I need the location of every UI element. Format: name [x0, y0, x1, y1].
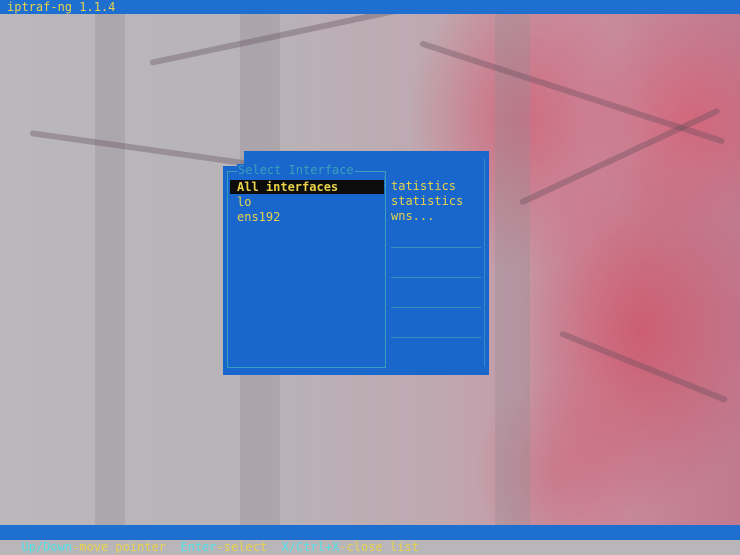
menu-label-breakdowns[interactable]: wns... — [391, 209, 434, 223]
menu-separator — [391, 277, 481, 278]
interface-item-lo[interactable]: lo — [237, 195, 251, 209]
dialog-title: Select Interface — [237, 163, 355, 177]
status-bar: Up/Down-move pointer Enter-select X/Ctrl… — [0, 525, 740, 554]
hint-close-key: X/Ctrl+X — [281, 540, 340, 554]
tree-branch — [518, 107, 721, 206]
menu-label-general-stats[interactable]: statistics — [391, 194, 463, 208]
tree-branch — [29, 130, 249, 167]
hint-select-key: Enter — [180, 540, 217, 554]
menu-separator — [391, 337, 481, 338]
app-title: iptraf-ng 1.1.4 — [7, 0, 116, 14]
hint-move-key: Up/Down — [21, 540, 73, 554]
app-title-bar: iptraf-ng 1.1.4 — [0, 0, 740, 14]
select-interface-dialog: Select Interface ⋮ All interfaces lo ens… — [223, 163, 391, 375]
tree-trunk — [95, 0, 125, 525]
hint-select-desc: -select — [216, 540, 268, 554]
menu-label-detailed-stats[interactable]: tatistics — [391, 179, 456, 193]
tree-branch — [558, 330, 729, 404]
menu-border — [484, 159, 485, 367]
hint-close-desc: -close list — [339, 540, 419, 554]
interface-item-ens192[interactable]: ens192 — [237, 210, 280, 224]
menu-separator — [391, 307, 481, 308]
interface-item-all[interactable]: All interfaces — [230, 180, 384, 194]
hint-move-desc: -move pointer — [72, 540, 166, 554]
menu-separator — [391, 247, 481, 248]
